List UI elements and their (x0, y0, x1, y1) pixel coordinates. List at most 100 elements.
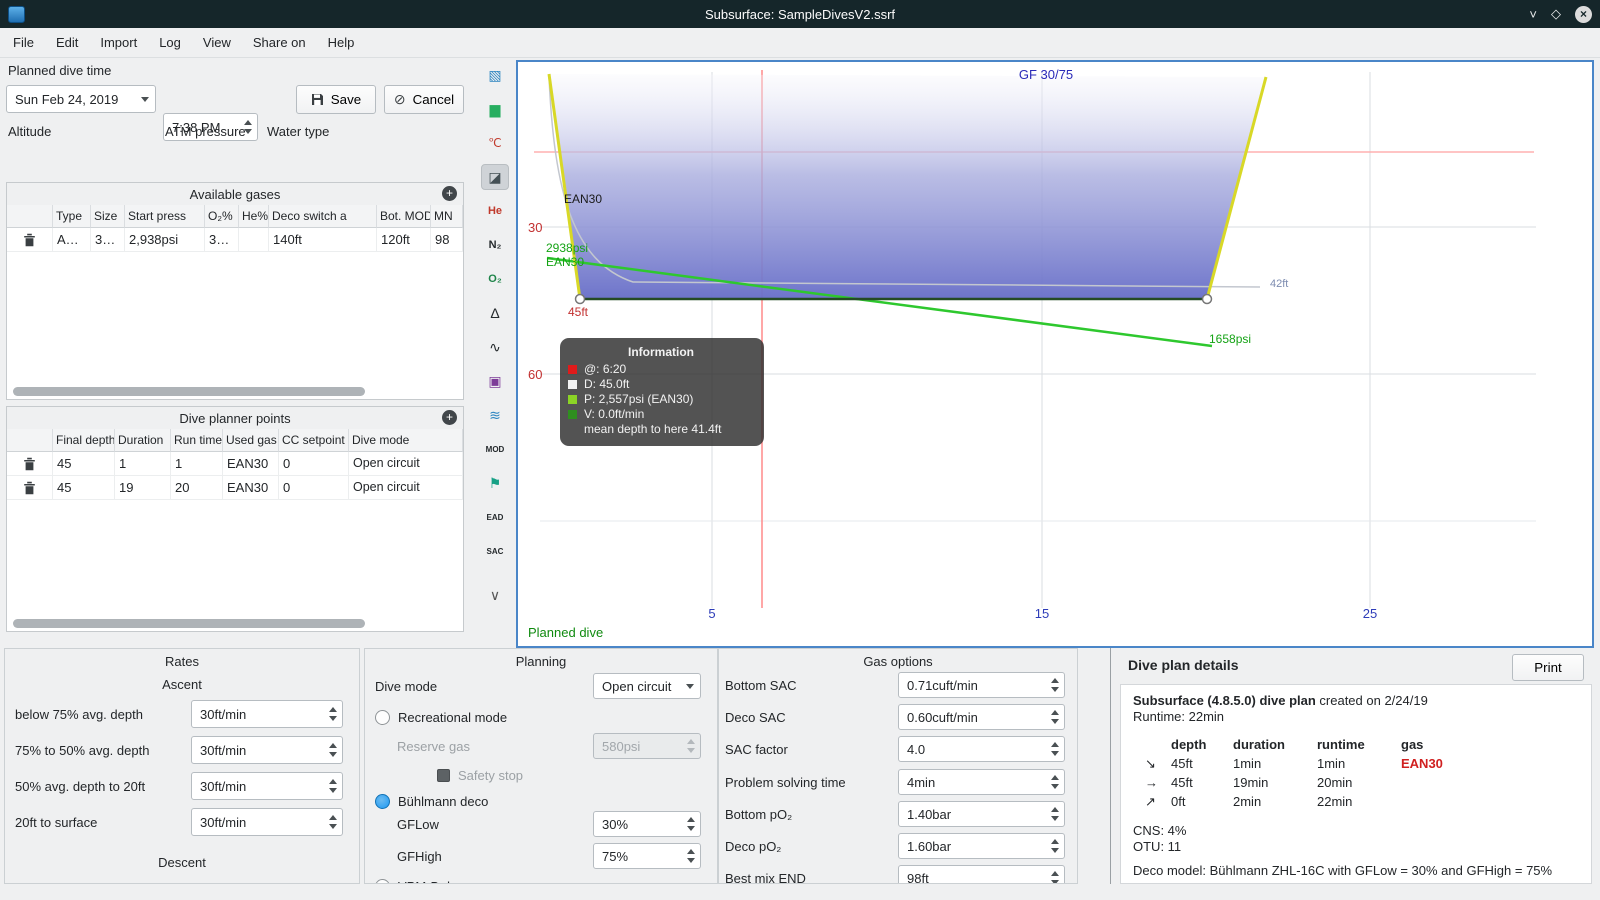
maximize-icon[interactable]: ◇ (1551, 6, 1561, 22)
menu-view[interactable]: View (192, 30, 242, 55)
points-col-final-depth[interactable]: Final depth (53, 429, 115, 452)
rate-50to20ft-spinner[interactable]: 30ft/min (191, 772, 343, 800)
menu-file[interactable]: File (2, 30, 45, 55)
gases-col-size[interactable]: Size (91, 205, 125, 228)
gases-hscrollbar[interactable] (13, 387, 365, 396)
sac-factor-spinner[interactable]: 4.0 (898, 736, 1065, 762)
menu-log[interactable]: Log (148, 30, 192, 55)
rate-75to50-spinner[interactable]: 30ft/min (191, 736, 343, 764)
menu-share-on[interactable]: Share on (242, 30, 317, 55)
point-cell-dive-mode[interactable]: Open circuit (349, 452, 463, 476)
reserve-gas-label: Reserve gas (397, 738, 470, 754)
cancel-button[interactable]: ⊘ Cancel (384, 85, 464, 114)
deco-sac-spinner[interactable]: 0.60cuft/min (898, 704, 1065, 730)
add-gas-button[interactable]: + (442, 186, 457, 201)
close-icon[interactable]: × (1575, 5, 1592, 23)
window-title: Subsurface: SampleDivesV2.ssrf (704, 6, 896, 22)
point-cell-used-gas[interactable]: EAN30 (223, 476, 279, 500)
depth-area (549, 74, 1266, 299)
dive-plan-icon[interactable]: ▧ (481, 62, 509, 88)
sac-icon[interactable]: SAC (481, 538, 509, 564)
gas-cell-mnd[interactable]: 98 (431, 228, 463, 252)
nitrogen-icon[interactable]: N₂ (481, 232, 509, 258)
points-col-duration[interactable]: Duration (115, 429, 171, 452)
bottom-sac-spinner[interactable]: 0.71cuft/min (898, 672, 1065, 698)
point-cell-dive-mode[interactable]: Open circuit (349, 476, 463, 500)
points-col-dive-mode[interactable]: Dive mode (349, 429, 463, 452)
menu-edit[interactable]: Edit (45, 30, 89, 55)
panel-divider[interactable] (1110, 648, 1111, 884)
gases-col-he[interactable]: He% (239, 205, 269, 228)
gases-col-type[interactable]: Type (53, 205, 91, 228)
points-col-cc-setpoint[interactable]: CC setpoint (279, 429, 349, 452)
buhlmann-deco-radio[interactable] (375, 793, 390, 809)
gas-cell-size[interactable]: 3… (91, 228, 125, 252)
gas-cell-he[interactable] (239, 228, 269, 252)
tank-pressure-icon[interactable]: ◪ (481, 164, 509, 190)
point-cell-cc-setpoint[interactable]: 0 (279, 452, 349, 476)
gas-cell-deco-switch[interactable]: 140ft (269, 228, 377, 252)
save-button[interactable]: Save (296, 85, 376, 114)
tissue-bars-icon[interactable]: ▆ (481, 96, 509, 122)
gases-col-deco-switch[interactable]: Deco switch a (269, 205, 377, 228)
delete-point-button[interactable] (7, 452, 53, 476)
vpmb-deco-radio[interactable] (375, 878, 390, 883)
rate-below75-spinner[interactable]: 30ft/min (191, 700, 343, 728)
oxygen-icon[interactable]: O₂ (481, 266, 509, 292)
waypoint-handle[interactable] (574, 293, 586, 305)
profile-info-tooltip: Information @: 6:20 D: 45.0ft P: 2,557ps… (560, 338, 764, 446)
heart-rate-icon[interactable]: ∿ (481, 334, 509, 360)
add-point-button[interactable]: + (442, 410, 457, 425)
point-cell-used-gas[interactable]: EAN30 (223, 452, 279, 476)
point-cell-final-depth[interactable]: 45 (53, 452, 115, 476)
delete-gas-button[interactable] (7, 228, 53, 252)
mod-icon[interactable]: MOD (481, 436, 509, 462)
collapse-toolbar-icon[interactable]: ∨ (481, 582, 509, 608)
gas-cell-bot-mod[interactable]: 120ft (377, 228, 431, 252)
gas-cell-o2[interactable]: 3… (205, 228, 239, 252)
best-mix-end-spinner[interactable]: 98ft (898, 865, 1065, 883)
gfhigh-spinner[interactable]: 75% (593, 843, 701, 869)
points-hscrollbar[interactable] (13, 619, 365, 628)
delete-point-button[interactable] (7, 476, 53, 500)
point-cell-run-time[interactable]: 20 (171, 476, 223, 500)
print-button[interactable]: Print (1512, 654, 1584, 681)
point-cell-duration[interactable]: 19 (115, 476, 171, 500)
dive-mode-combo[interactable]: Open circuit (593, 673, 701, 699)
waypoint-handle[interactable] (1201, 293, 1213, 305)
points-col-run-time[interactable]: Run time (171, 429, 223, 452)
gases-col-o2[interactable]: O₂% (205, 205, 239, 228)
salinity-icon[interactable]: ≋ (481, 402, 509, 428)
temperature-icon[interactable]: ℃ (481, 130, 509, 156)
gas-cell-start-press[interactable]: 2,938psi (125, 228, 205, 252)
menu-import[interactable]: Import (89, 30, 148, 55)
deco-po2-spinner[interactable]: 1.60bar (898, 833, 1065, 859)
menu-help[interactable]: Help (317, 30, 366, 55)
point-cell-final-depth[interactable]: 45 (53, 476, 115, 500)
gflow-spinner[interactable]: 30% (593, 811, 701, 837)
point-cell-duration[interactable]: 1 (115, 452, 171, 476)
tissues-icon[interactable]: Δ (481, 300, 509, 326)
dive-date-combo[interactable]: Sun Feb 24, 2019 (6, 85, 156, 113)
vpmb-deco-label: VPM-B deco (398, 879, 471, 884)
gas-cell-type[interactable]: A… (53, 228, 91, 252)
dive-profile-chart[interactable]: GF 30/75 30 60 5 15 25 EAN30 2938psi EAN… (516, 60, 1594, 648)
cancel-icon: ⊘ (393, 91, 406, 107)
helium-icon[interactable]: He (481, 198, 509, 224)
recreational-mode-radio[interactable] (375, 709, 390, 725)
point-cell-cc-setpoint[interactable]: 0 (279, 476, 349, 500)
rate-20ft-surface-spinner[interactable]: 30ft/min (191, 808, 343, 836)
diver-icon[interactable]: ⚑ (481, 470, 509, 496)
ead-icon[interactable]: EAD (481, 504, 509, 530)
gases-col-mnd[interactable]: MN (431, 205, 463, 228)
ceiling-label: 42ft (1270, 278, 1288, 290)
points-col-used-gas[interactable]: Used gas (223, 429, 279, 452)
gases-col-bot-mod[interactable]: Bot. MOD (377, 205, 431, 228)
gases-col-start-press[interactable]: Start press (125, 205, 205, 228)
minimize-icon[interactable]: ˅ (1529, 7, 1537, 22)
bottom-po2-spinner[interactable]: 1.40bar (898, 801, 1065, 827)
point-cell-run-time[interactable]: 1 (171, 452, 223, 476)
photos-icon[interactable]: ▣ (481, 368, 509, 394)
problem-solving-time-spinner[interactable]: 4min (898, 769, 1065, 795)
planned-dive-time-label: Planned dive time (8, 63, 112, 78)
